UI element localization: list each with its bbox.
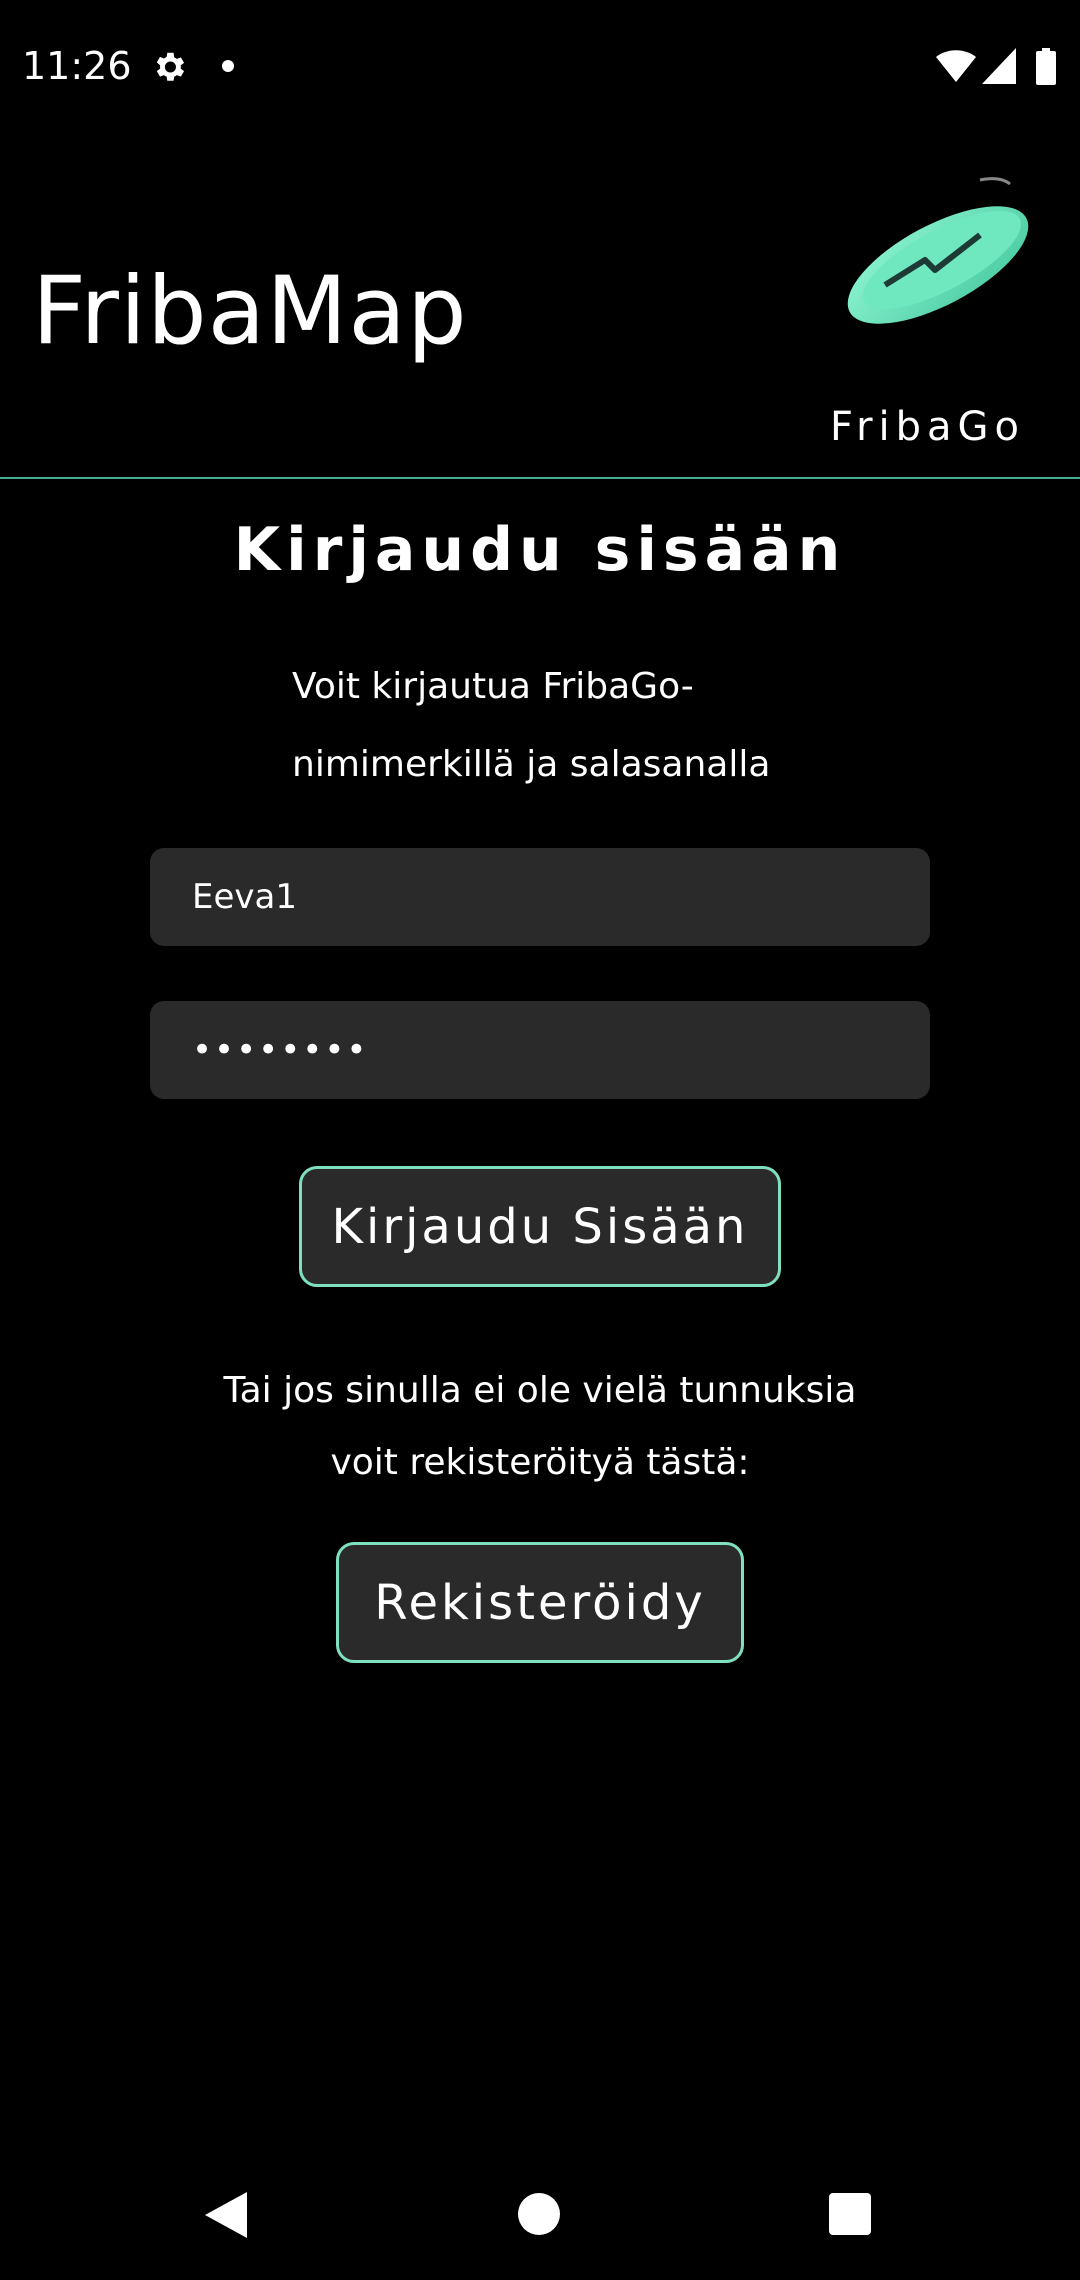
- password-field[interactable]: ••••••••: [150, 1001, 930, 1099]
- logo-text: FribaGo: [830, 404, 1026, 450]
- app-header: FribaMap FribaGo: [0, 135, 1080, 479]
- login-instruction: Voit kirjautua FribaGo- nimimerkillä ja …: [292, 648, 852, 804]
- battery-icon: [1036, 48, 1056, 85]
- login-button[interactable]: Kirjaudu Sisään: [299, 1166, 781, 1287]
- register-button[interactable]: Rekisteröidy: [336, 1542, 744, 1663]
- status-bar: 11:26: [0, 0, 1080, 135]
- signal-icon: [982, 48, 1016, 84]
- register-prompt-line-2: voit rekisteröityä tästä:: [330, 1442, 750, 1483]
- register-prompt: Tai jos sinulla ei ole vielä tunnuksia v…: [0, 1355, 1080, 1499]
- home-icon[interactable]: [518, 2193, 560, 2235]
- gear-icon: [156, 52, 185, 81]
- frisbee-logo-icon: [847, 177, 1029, 324]
- status-time: 11:26: [22, 44, 132, 88]
- username-field[interactable]: Eeva1: [150, 848, 930, 946]
- back-icon[interactable]: [205, 2192, 247, 2238]
- fribago-logo: FribaGo: [810, 170, 1050, 450]
- register-prompt-line-1: Tai jos sinulla ei ole vielä tunnuksia: [223, 1370, 857, 1411]
- page-title: Kirjaudu sisään: [233, 515, 847, 585]
- notification-dot-icon: [222, 60, 234, 72]
- wifi-icon: [936, 50, 976, 82]
- app-title: FribaMap: [32, 257, 468, 366]
- recents-icon[interactable]: [829, 2193, 871, 2235]
- instruction-line-1: Voit kirjautua FribaGo-: [292, 666, 694, 707]
- instruction-line-2: nimimerkillä ja salasanalla: [292, 744, 771, 785]
- navigation-bar: [0, 2150, 1080, 2280]
